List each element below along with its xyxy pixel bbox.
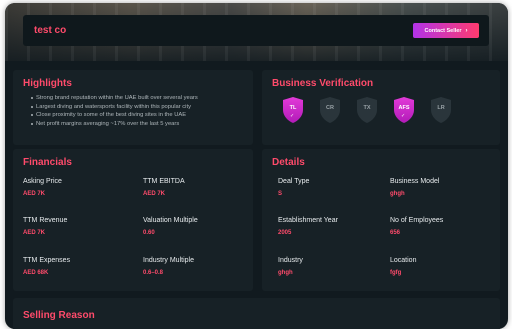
field-value: AED 7K [23,230,46,236]
badge-label: TX [363,105,371,111]
field-value: 656 [390,230,401,236]
highlight-item: Largest diving and watersports facility … [31,103,198,112]
financial-field-ttm-expenses: TTM Expenses AED 68K [23,257,70,276]
selling-reason-card: Selling Reason [13,298,500,329]
field-value: ghgh [390,191,405,197]
contact-seller-button[interactable]: Contact Seller › [413,23,479,38]
field-label: TTM Expenses [23,257,71,264]
financials-card: Financials Asking Price AED 7K TTM EBITD… [13,149,253,291]
financial-field-industry-multiple: Industry Multiple 0.6–0.8 [143,257,194,276]
verification-title: Business Verification [272,78,374,89]
detail-field-deal-type: Deal Type S [278,178,309,197]
field-label: Industry Multiple [143,257,194,264]
highlight-item: Close proximity to some of the best divi… [31,111,198,120]
field-value: fgfg [390,270,402,276]
listing-header: test co Contact Seller › [23,15,489,46]
field-value: ghgh [278,270,293,276]
check-icon: ✓ [290,113,295,119]
field-label: Business Model [390,178,440,185]
financials-title: Financials [23,157,72,168]
check-icon: ✓ [401,113,406,119]
highlight-item: Strong brand reputation within the UAE b… [31,94,198,103]
badge-tx[interactable]: TX [356,96,378,124]
field-value: AED 7K [23,191,46,197]
details-title: Details [272,157,305,168]
chevron-right-icon: › [465,27,468,34]
field-label: TTM EBITDA [143,178,185,185]
field-label: Asking Price [23,178,62,185]
field-label: Location [390,257,417,264]
financial-field-valuation-multiple: Valuation Multiple 0.60 [143,217,198,236]
field-value: 2005 [278,230,292,236]
field-value: 0.60 [143,230,155,236]
field-value: S [278,191,283,197]
detail-field-industry: Industry ghgh [278,257,303,276]
detail-field-establishment-year: Establishment Year 2005 [278,217,338,236]
company-name: test co [34,25,67,36]
details-card: Details Deal Type S Business Model ghgh … [262,149,500,291]
highlight-item: Net profit margins averaging ~17% over t… [31,120,198,129]
detail-field-location: Location fgfg [390,257,416,276]
field-value: 0.6–0.8 [143,270,164,276]
field-label: Industry [278,257,303,264]
listing-page: test co Contact Seller › Highlights Stro… [5,3,508,329]
field-label: TTM Revenue [23,217,68,224]
detail-field-business-model: Business Model ghgh [390,178,439,197]
badge-label: TL [289,105,297,111]
contact-seller-label: Contact Seller [424,27,462,34]
selling-reason-title: Selling Reason [23,310,95,321]
verification-card: Business Verification TL ✓ CR TX AFS ✓ L… [262,70,500,145]
highlights-card: Highlights Strong brand reputation withi… [13,70,253,145]
badge-afs[interactable]: AFS ✓ [393,96,415,124]
field-label: No of Employees [390,217,444,224]
highlights-list: Strong brand reputation within the UAE b… [31,94,198,129]
highlights-title: Highlights [23,78,72,89]
financial-field-asking-price: Asking Price AED 7K [23,178,62,197]
badge-label: AFS [398,105,410,111]
field-value: AED 7K [143,191,166,197]
field-value: AED 68K [23,270,49,276]
detail-field-employees: No of Employees 656 [390,217,443,236]
field-label: Valuation Multiple [143,217,198,224]
badge-cr[interactable]: CR [319,96,341,124]
badge-tl[interactable]: TL ✓ [282,96,304,124]
field-label: Establishment Year [278,217,338,224]
badge-label: LR [437,105,445,111]
badge-lr[interactable]: LR [430,96,452,124]
verification-badges: TL ✓ CR TX AFS ✓ LR [282,96,452,124]
financial-field-ttm-revenue: TTM Revenue AED 7K [23,217,67,236]
badge-label: CR [326,105,334,111]
field-label: Deal Type [278,178,310,185]
financial-field-ttm-ebitda: TTM EBITDA AED 7K [143,178,185,197]
